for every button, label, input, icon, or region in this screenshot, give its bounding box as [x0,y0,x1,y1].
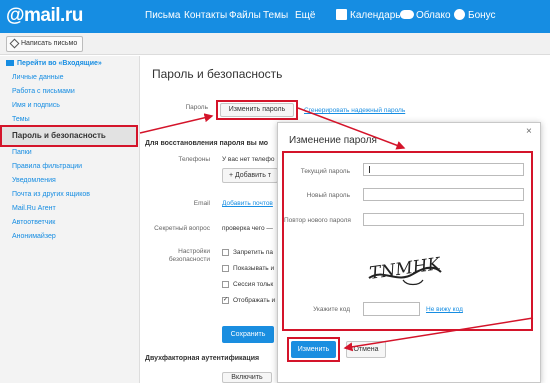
arrow-sidebar-to-button [139,113,214,134]
annotation-arrows [139,107,534,352]
arrow-button-to-modal [297,107,406,150]
arrow-form-to-submit [343,317,534,352]
